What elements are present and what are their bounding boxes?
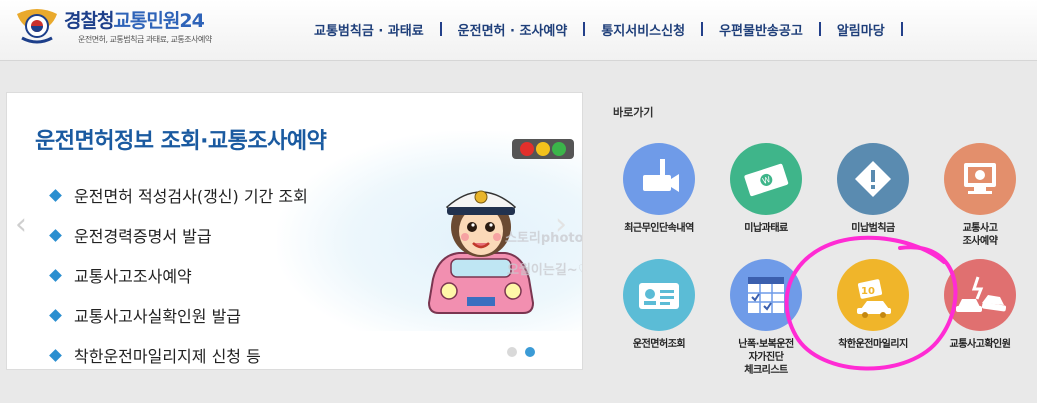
quick-link-good-driving-mileage[interactable]: 10 착한운전마일리지 [823,259,923,351]
top-header: 경찰청교통민원24 운전면허, 교통범칙금 과태료, 교통조사예약 교통범칙금 … [0,0,1037,61]
slide-indicator [507,347,535,357]
nav-fines[interactable]: 교통범칙금 · 과태료 [298,20,440,39]
quick-link-label: 난폭·보복운전 자가진단 체크리스트 [738,339,794,376]
slide-dot[interactable] [507,347,517,357]
diamond-bullet-icon [49,228,62,242]
police-officer-mascot-icon [427,190,535,314]
quick-link-label: 미납과태료 [744,223,788,234]
watermark-text: 스토리photo [505,231,583,246]
quick-link-reckless-driving-checklist[interactable]: 난폭·보복운전 자가진단 체크리스트 [716,259,816,377]
license-card-icon [623,259,695,331]
slide-prev-arrow-icon[interactable]: ‹ [15,207,27,242]
banner-item-label: 교통사고사실확인원 발급 [74,307,242,326]
nav-license-reservation[interactable]: 운전면허 · 조사예약 [442,20,584,39]
nav-returned-mail[interactable]: 우편물반송공고 [703,20,819,39]
quick-link-license-inquiry[interactable]: 운전면허조회 [609,259,709,351]
banner-item-label: 운전면허 적성검사(갱신) 기간 조회 [74,187,308,206]
camera-icon [623,143,695,215]
banner-item[interactable]: 교통사고사실확인원 발급 [49,295,308,335]
brand-main: 경찰청 [64,10,114,32]
banner-item[interactable]: 운전면허 적성검사(갱신) 기간 조회 [49,175,308,215]
quick-link-accident-reservation[interactable]: 교통사고 조사예약 [930,143,1030,248]
main-navigation: 교통범칙금 · 과태료 운전면허 · 조사예약 통지서비스신청 우편물반송공고 … [298,18,903,40]
brand-tagline: 운전면허, 교통범칙금 과태료, 교통조사예약 [78,35,212,44]
quick-links-title: 바로가기 [613,106,654,119]
banner-item-label: 착한운전마일리지제 신청 등 [74,347,261,366]
diamond-bullet-icon [49,308,62,322]
banner-item-label: 운전경력증명서 발급 [74,227,212,246]
banner-item-label: 교통사고조사예약 [74,267,192,286]
main-banner[interactable]: 운전면허정보 조회·교통조사예약 운전면허 적성검사(갱신) 기간 조회 운전경… [6,92,583,370]
checklist-icon [730,259,802,331]
monitor-icon [944,143,1016,215]
banner-title: 운전면허정보 조회·교통조사예약 [35,129,327,154]
quick-link-label: 최근무인단속내역 [624,223,694,234]
nav-notification-service[interactable]: 통지서비스신청 [585,20,701,39]
slide-dot-active[interactable] [525,347,535,357]
brand-sub: 교통민원24 [113,10,204,32]
traffic-light-icon [512,139,574,159]
quick-link-label: 교통사고 조사예약 [962,223,998,247]
watermark-text: 오월이는길~♡ [507,263,583,278]
quick-link-unpaid-fines[interactable]: W 미납과태료 [716,143,816,235]
quick-link-unpaid-penalty[interactable]: 미납범칙금 [823,143,923,235]
quick-link-label: 미납범칙금 [851,223,895,234]
banner-item[interactable]: 운전경력증명서 발급 [49,215,308,255]
car-crash-icon [944,259,1016,331]
quick-link-label: 운전면허조회 [632,339,686,350]
nav-divider [900,22,903,36]
diamond-bullet-icon [49,268,62,282]
quick-link-label: 착한운전마일리지 [838,339,908,350]
banner-item[interactable]: 착한운전마일리지제 신청 등 [49,335,308,369]
diamond-bullet-icon [49,348,62,362]
diamond-bullet-icon [49,188,62,202]
banknote-icon: W [730,143,802,215]
site-logo[interactable]: 경찰청교통민원24 [64,6,205,33]
quick-link-recent-enforcement[interactable]: 최근무인단속내역 [609,143,709,235]
police-emblem-icon[interactable] [14,6,60,48]
banner-item[interactable]: 교통사고조사예약 [49,255,308,295]
quick-link-label: 교통사고확인원 [949,339,1011,350]
warning-icon [837,143,909,215]
mileage-car-icon: 10 [837,259,909,331]
banner-service-list: 운전면허 적성검사(갱신) 기간 조회 운전경력증명서 발급 교통사고조사예약 … [49,175,308,369]
nav-notice[interactable]: 알림마당 [821,20,901,39]
svg-text:10: 10 [861,286,875,297]
quick-link-accident-certificate[interactable]: 교통사고확인원 [930,259,1030,351]
